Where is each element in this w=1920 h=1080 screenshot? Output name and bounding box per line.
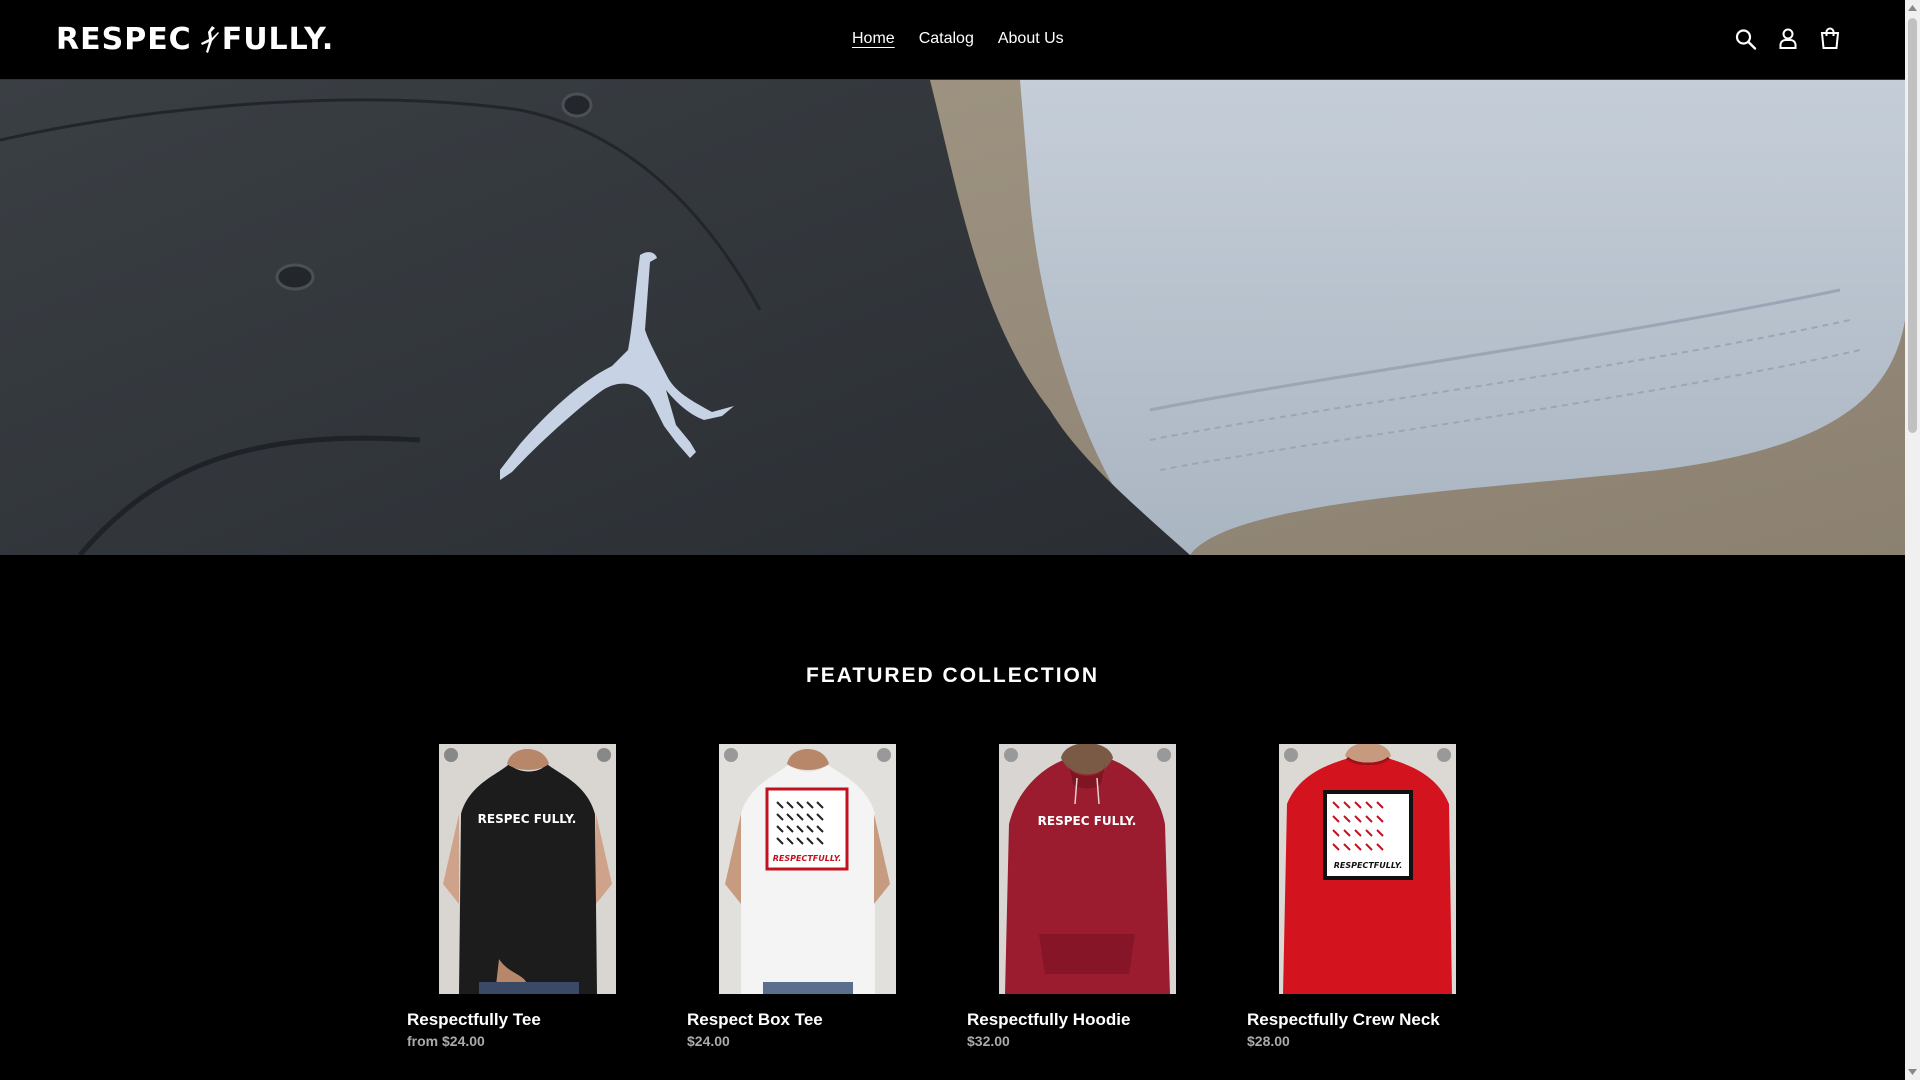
product-card[interactable]: RESPEC FULLY. Respectfully Tee from $24.… xyxy=(407,744,648,1049)
scrollbar-thumb[interactable] xyxy=(1908,18,1917,433)
scroll-up-arrow-icon[interactable] xyxy=(1908,4,1917,12)
product-grid: RESPEC FULLY. Respectfully Tee from $24.… xyxy=(407,744,1488,1049)
jumpman-logo-icon xyxy=(200,25,219,53)
svg-text:RESPEC FULLY.: RESPEC FULLY. xyxy=(478,812,577,826)
product-card[interactable]: RESPEC FULLY. Respectfully Hoodie $32.00 xyxy=(967,744,1208,1049)
product-price: $24.00 xyxy=(687,1033,730,1049)
product-name[interactable]: Respectfully Tee xyxy=(407,1009,648,1031)
product-price: $28.00 xyxy=(1247,1033,1290,1049)
nav-catalog[interactable]: Catalog xyxy=(919,29,974,49)
product-name[interactable]: Respect Box Tee xyxy=(687,1009,928,1031)
search-icon[interactable] xyxy=(1734,26,1758,52)
scroll-down-arrow-icon[interactable] xyxy=(1908,1068,1917,1076)
hero-slideshow xyxy=(0,80,1905,555)
product-image[interactable]: RESPECTFULLY. xyxy=(1279,744,1456,994)
site-header: RESPEC FULLY. Home Catalog About Us xyxy=(0,0,1905,80)
logo-text-right: FULLY. xyxy=(221,22,335,57)
account-icon[interactable] xyxy=(1776,26,1800,52)
hero-image xyxy=(0,80,1905,555)
featured-collection-title: FEATURED COLLECTION xyxy=(805,664,1100,687)
nav-about-us[interactable]: About Us xyxy=(998,29,1064,49)
svg-text:RESPECTFULLY.: RESPECTFULLY. xyxy=(773,854,841,863)
product-name[interactable]: Respectfully Crew Neck xyxy=(1247,1009,1488,1031)
product-price: from $24.00 xyxy=(407,1033,485,1049)
product-image[interactable]: RESPECTFULLY. xyxy=(719,744,896,994)
main-nav: Home Catalog About Us xyxy=(852,29,1064,49)
product-card[interactable]: RESPECTFULLY. Respect Box Tee $24.00 xyxy=(687,744,928,1049)
header-actions xyxy=(1734,26,1842,52)
product-image[interactable]: RESPEC FULLY. xyxy=(999,744,1176,994)
page-scrollbar[interactable] xyxy=(1905,0,1920,1080)
svg-text:RESPEC FULLY.: RESPEC FULLY. xyxy=(1038,814,1137,828)
nav-home[interactable]: Home xyxy=(852,29,895,49)
logo-text-left: RESPEC xyxy=(56,22,192,57)
cart-icon[interactable] xyxy=(1818,26,1842,52)
product-image[interactable]: RESPEC FULLY. xyxy=(439,744,616,994)
product-card[interactable]: RESPECTFULLY. Respectfully Crew Neck $28… xyxy=(1247,744,1488,1049)
product-price: $32.00 xyxy=(967,1033,1010,1049)
svg-text:RESPECTFULLY.: RESPECTFULLY. xyxy=(1334,861,1402,870)
site-logo[interactable]: RESPEC FULLY. xyxy=(56,22,334,57)
product-name[interactable]: Respectfully Hoodie xyxy=(967,1009,1208,1031)
